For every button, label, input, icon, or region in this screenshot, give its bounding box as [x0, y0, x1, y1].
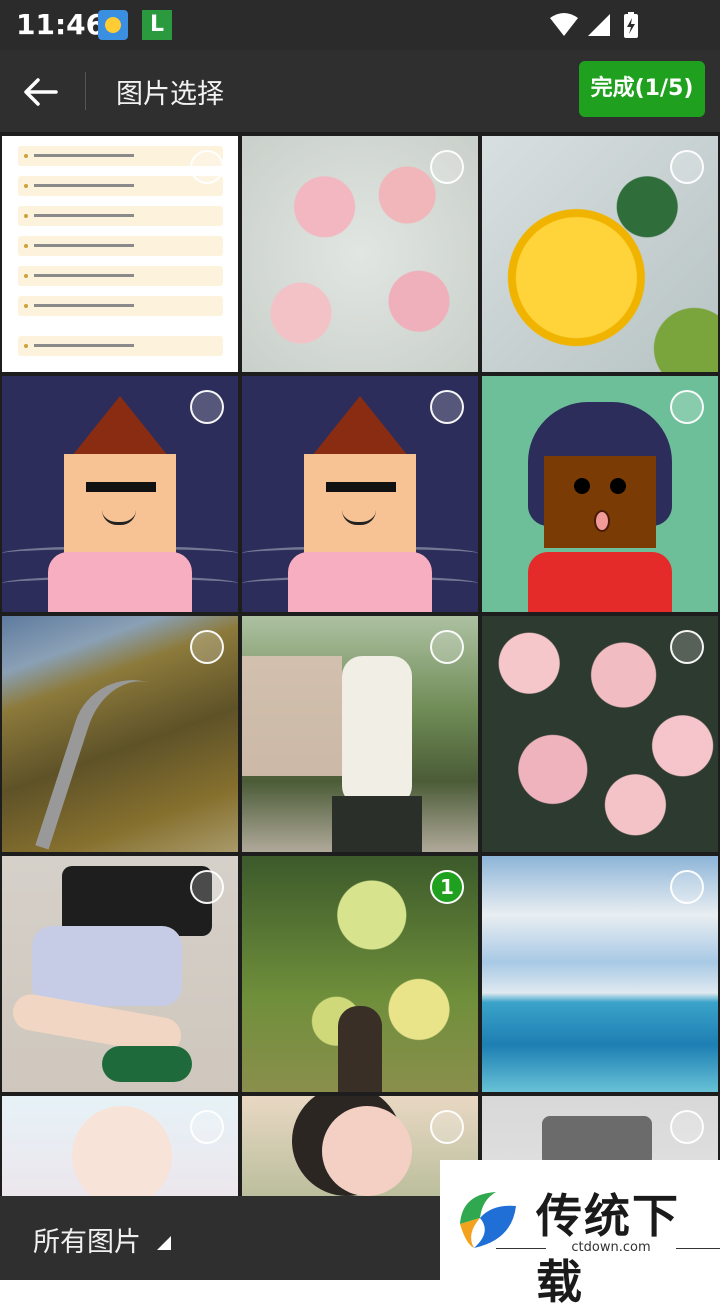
image-tile[interactable] — [482, 856, 718, 1092]
watermark: 传统下载 ctdown.com — [440, 1160, 720, 1309]
page-title: 图片选择 — [116, 79, 224, 110]
header-bar: 图片选择 完成(1/5) — [0, 50, 720, 132]
selected-order-badge[interactable]: 1 — [430, 870, 464, 904]
select-circle[interactable] — [670, 870, 704, 904]
select-circle[interactable] — [670, 630, 704, 664]
header-divider — [85, 72, 86, 110]
select-circle[interactable] — [190, 390, 224, 424]
select-circle[interactable] — [190, 1110, 224, 1144]
image-tile[interactable] — [482, 616, 718, 852]
image-tile[interactable] — [2, 856, 238, 1092]
select-circle[interactable] — [190, 150, 224, 184]
image-tile[interactable]: 1 — [242, 856, 478, 1092]
arrow-left-icon — [24, 78, 58, 106]
select-circle[interactable] — [670, 390, 704, 424]
image-tile[interactable] — [482, 136, 718, 372]
wifi-icon — [550, 13, 578, 36]
select-circle[interactable] — [190, 870, 224, 904]
status-time: 11:46 — [16, 8, 106, 41]
app-notification-icon: L — [142, 10, 172, 40]
battery-charging-icon — [624, 12, 638, 38]
select-circle[interactable] — [430, 390, 464, 424]
album-selector[interactable]: 所有图片 — [33, 1220, 141, 1259]
triangle-indicator-icon — [157, 1236, 171, 1250]
done-button[interactable]: 完成(1/5) — [579, 61, 705, 117]
weather-icon — [98, 10, 128, 40]
image-tile[interactable] — [2, 1096, 238, 1200]
image-tile[interactable] — [242, 376, 478, 612]
back-button[interactable] — [20, 70, 64, 114]
select-circle[interactable] — [670, 1110, 704, 1144]
image-tile[interactable] — [2, 136, 238, 372]
watermark-logo-icon — [460, 1192, 516, 1248]
status-right-icons — [548, 12, 668, 40]
select-circle[interactable] — [670, 150, 704, 184]
image-grid: 1 — [0, 132, 720, 1200]
image-tile[interactable] — [482, 376, 718, 612]
image-tile[interactable] — [2, 376, 238, 612]
image-tile[interactable] — [242, 136, 478, 372]
signal-icon — [588, 14, 610, 36]
image-tile[interactable] — [242, 616, 478, 852]
select-circle[interactable] — [430, 1110, 464, 1144]
image-tile[interactable] — [2, 616, 238, 852]
select-circle[interactable] — [190, 630, 224, 664]
status-bar: 11:46 L — [0, 0, 720, 50]
select-circle[interactable] — [430, 630, 464, 664]
select-circle[interactable] — [430, 150, 464, 184]
watermark-url: ctdown.com — [496, 1240, 720, 1255]
